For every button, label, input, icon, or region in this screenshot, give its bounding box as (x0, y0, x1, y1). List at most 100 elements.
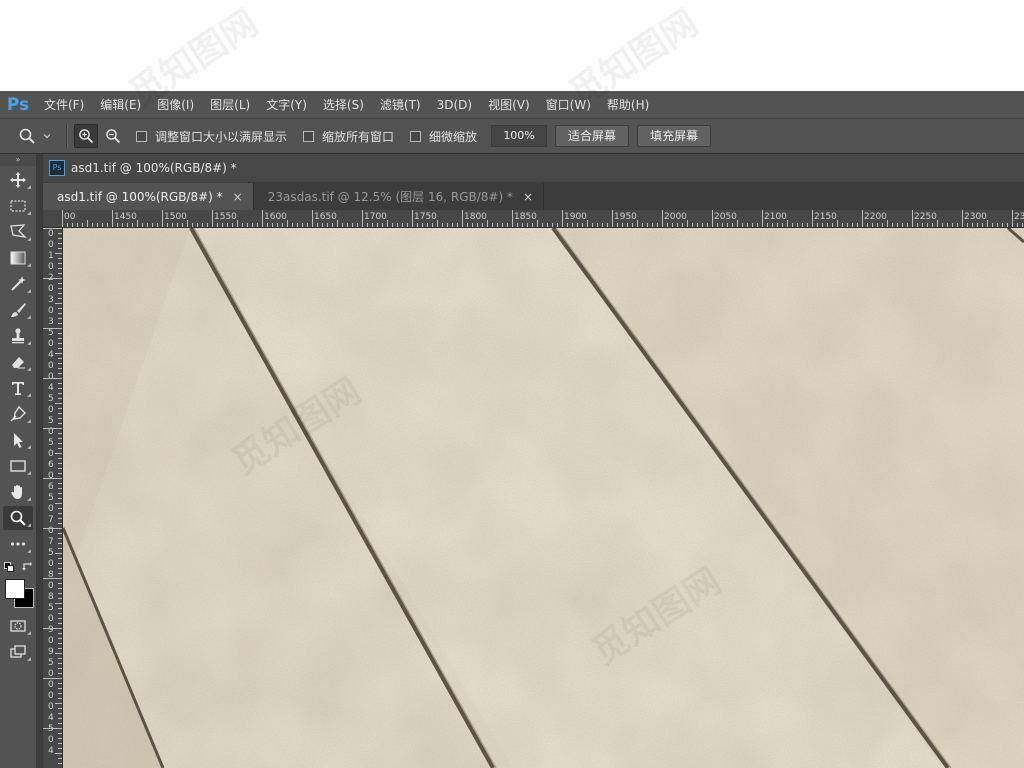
ruler-label: 5 (48, 658, 54, 668)
eraser-tool[interactable] (3, 350, 33, 374)
path-selection-tool[interactable] (3, 428, 33, 452)
checkbox-box[interactable] (136, 130, 147, 142)
move-tool[interactable] (3, 168, 33, 192)
horizontal-ruler[interactable]: 00 1450 1500 1550 1600 1650 1700 1750 1800 1850 19… (43, 210, 1024, 228)
zoom-tool[interactable] (3, 506, 33, 530)
ruler-tick (55, 653, 62, 654)
ruler-tick (542, 223, 543, 227)
zoom-all-windows-checkbox[interactable]: 缩放所有窗口 (303, 128, 394, 145)
fit-screen-button[interactable]: 适合屏幕 (555, 125, 630, 147)
ruler-tick (482, 223, 483, 227)
type-tool[interactable] (3, 376, 33, 400)
swap-colors-icon[interactable] (22, 561, 33, 572)
foreground-color-swatch[interactable] (5, 579, 25, 599)
zoom-in-button[interactable] (74, 124, 98, 148)
screen-mode-button[interactable] (3, 640, 33, 664)
ruler-tick (407, 223, 408, 227)
ruler-label: 1450 (114, 212, 137, 222)
ruler-tick (942, 223, 943, 227)
shape-tool[interactable] (3, 454, 33, 478)
tool-preset-picker[interactable] (18, 127, 62, 145)
ruler-label: 0 (48, 262, 54, 272)
ruler-label: 2050 (714, 212, 737, 222)
ruler-tick (212, 210, 213, 227)
lasso-tool[interactable] (3, 220, 33, 244)
ruler-tick (172, 223, 173, 227)
ruler-tick (857, 223, 858, 227)
pen-icon (10, 405, 26, 422)
ruler-tick (107, 223, 108, 227)
ruler-tick (182, 223, 183, 227)
menu-type[interactable]: 文字(Y) (258, 96, 315, 113)
ruler-label: 1650 (314, 212, 337, 222)
edit-toolbar-button[interactable] (3, 532, 33, 556)
ruler-tick (1017, 223, 1018, 227)
menu-file[interactable]: 文件(F) (36, 96, 92, 113)
brush-tool[interactable] (3, 298, 33, 322)
checkbox-box[interactable] (410, 130, 422, 142)
eyedropper-tool[interactable] (3, 272, 33, 296)
fill-screen-button[interactable]: 填充屏幕 (637, 125, 712, 147)
ruler-tick (122, 223, 123, 227)
image-canvas[interactable]: 觅知图网 觅知图网 (63, 228, 1024, 768)
close-icon[interactable]: × (523, 190, 533, 204)
ruler-tick (55, 253, 62, 254)
ruler-tick (727, 223, 728, 227)
stamp-tool[interactable] (3, 324, 33, 348)
color-swap-row (0, 558, 36, 578)
ruler-tick (43, 678, 62, 679)
ruler-tick (617, 223, 618, 227)
menu-3d[interactable]: 3D(D) (429, 98, 480, 112)
pen-tool[interactable] (3, 402, 33, 426)
ruler-tick (58, 258, 62, 259)
ruler-tick (58, 538, 62, 539)
tab-asd1[interactable]: asd1.tif @ 100%(RGB/8#) * × (43, 183, 254, 210)
ruler-tick (412, 210, 413, 227)
menu-select[interactable]: 选择(S) (315, 96, 372, 113)
ruler-tick (58, 688, 62, 689)
ruler-tick (1002, 223, 1003, 227)
ruler-tick (832, 223, 833, 227)
hand-tool[interactable] (3, 480, 33, 504)
ruler-tick (377, 223, 378, 227)
menu-layer[interactable]: 图层(L) (202, 96, 258, 113)
ruler-tick (157, 223, 158, 227)
app-logo[interactable]: Ps (0, 91, 36, 118)
scrubby-zoom-checkbox[interactable]: 细微缩放 (410, 128, 477, 145)
resize-windows-checkbox[interactable]: 调整窗口大小以满屏显示 (136, 128, 287, 145)
ruler-label: 0 (48, 691, 54, 701)
ruler-tick (357, 223, 358, 227)
quick-mask-button[interactable] (3, 614, 33, 638)
ruler-label: 8 (48, 592, 54, 602)
menu-view[interactable]: 视图(V) (480, 96, 538, 113)
ruler-tick (662, 210, 663, 227)
ruler-tick (43, 628, 62, 629)
ruler-label: 0 (48, 361, 54, 371)
ruler-tick (58, 243, 62, 244)
ruler-tick (657, 223, 658, 227)
vertical-ruler[interactable]: 0010203035040045050506065070750808509095… (43, 228, 63, 768)
tab-23asdas[interactable]: 23asdas.tif @ 12.5% (图层 16, RGB/8#) * × (254, 183, 545, 210)
zoom-percent-field[interactable]: 100% (491, 125, 548, 147)
ruler-tick (642, 223, 643, 227)
default-colors-icon[interactable] (4, 562, 14, 572)
ruler-tick (58, 443, 62, 444)
ruler-tick (67, 223, 68, 227)
ruler-tick (622, 223, 623, 227)
ruler-tick (552, 223, 553, 227)
ruler-tick (732, 223, 733, 227)
close-icon[interactable]: × (233, 190, 243, 204)
marquee-tool[interactable] (3, 194, 33, 218)
ruler-tick (58, 423, 62, 424)
ruler-tick (507, 223, 508, 227)
ruler-tick (58, 263, 62, 264)
menu-filter[interactable]: 滤镜(T) (372, 96, 429, 113)
collapse-toolbar-button[interactable]: » (0, 154, 36, 166)
ruler-label: 6 (48, 482, 54, 492)
crop-tool[interactable] (3, 246, 33, 270)
ruler-tick (327, 223, 328, 227)
zoom-out-button[interactable] (102, 125, 124, 147)
checkbox-box[interactable] (303, 130, 315, 142)
ruler-tick (362, 210, 363, 227)
ruler-tick (58, 283, 62, 284)
